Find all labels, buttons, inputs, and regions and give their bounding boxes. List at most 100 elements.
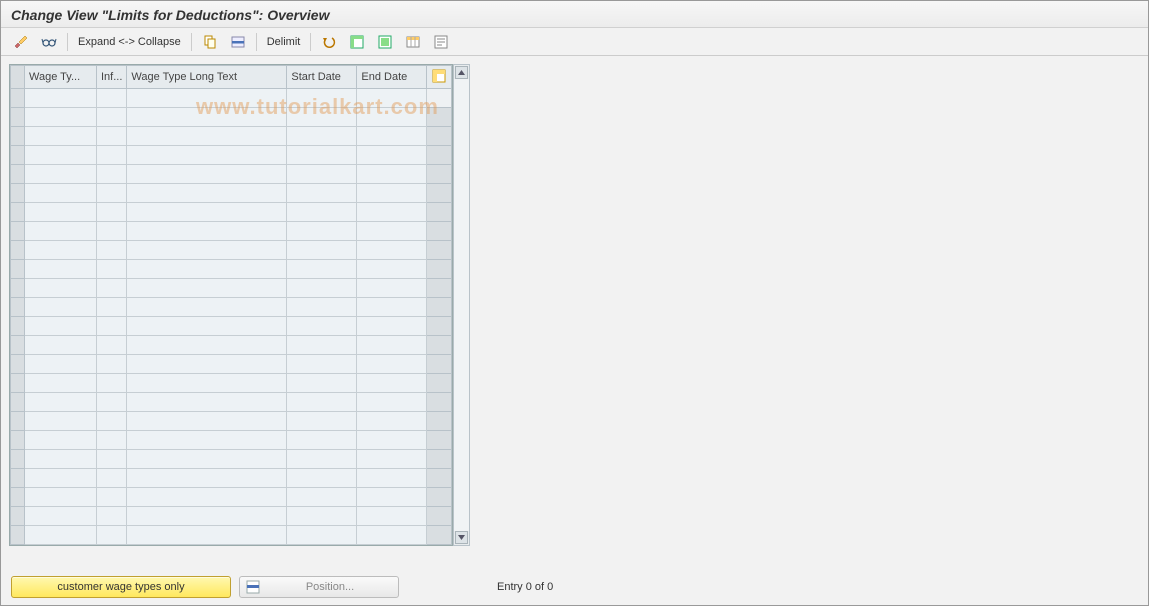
cell[interactable] <box>287 336 357 355</box>
cell[interactable] <box>97 374 127 393</box>
table-row[interactable] <box>11 469 452 488</box>
row-selector[interactable] <box>11 203 25 222</box>
cell[interactable] <box>357 507 427 526</box>
cell[interactable] <box>287 507 357 526</box>
row-selector[interactable] <box>11 108 25 127</box>
cell[interactable] <box>97 317 127 336</box>
cell[interactable] <box>127 469 287 488</box>
cell[interactable] <box>25 355 97 374</box>
table-row[interactable] <box>11 526 452 545</box>
row-selector[interactable] <box>11 412 25 431</box>
cell[interactable] <box>97 146 127 165</box>
cell[interactable] <box>357 298 427 317</box>
table-row[interactable] <box>11 203 452 222</box>
table-row[interactable] <box>11 298 452 317</box>
row-selector[interactable] <box>11 488 25 507</box>
cell[interactable] <box>25 241 97 260</box>
cell[interactable] <box>357 431 427 450</box>
cell[interactable] <box>97 241 127 260</box>
row-selector[interactable] <box>11 89 25 108</box>
cell[interactable] <box>287 222 357 241</box>
cell[interactable] <box>97 108 127 127</box>
scroll-down-button[interactable] <box>455 531 468 544</box>
cell[interactable] <box>25 488 97 507</box>
table-row[interactable] <box>11 374 452 393</box>
cell[interactable] <box>25 317 97 336</box>
cell[interactable] <box>287 526 357 545</box>
cell[interactable] <box>127 146 287 165</box>
table-row[interactable] <box>11 241 452 260</box>
cell[interactable] <box>357 222 427 241</box>
cell[interactable] <box>357 450 427 469</box>
cell[interactable] <box>287 412 357 431</box>
cell[interactable] <box>25 393 97 412</box>
row-selector[interactable] <box>11 279 25 298</box>
cell[interactable] <box>97 526 127 545</box>
cell[interactable] <box>127 241 287 260</box>
cell[interactable] <box>287 317 357 336</box>
table-row[interactable] <box>11 355 452 374</box>
cell[interactable] <box>287 108 357 127</box>
other-view-button[interactable] <box>37 32 61 52</box>
cell[interactable] <box>287 146 357 165</box>
cell[interactable] <box>357 203 427 222</box>
cell[interactable] <box>97 279 127 298</box>
col-header-long-text[interactable]: Wage Type Long Text <box>127 66 287 89</box>
cell[interactable] <box>127 526 287 545</box>
cell[interactable] <box>97 488 127 507</box>
cell[interactable] <box>357 355 427 374</box>
data-grid[interactable]: Wage Ty... Inf... Wage Type Long Text St… <box>10 65 452 545</box>
cell[interactable] <box>25 336 97 355</box>
cell[interactable] <box>357 393 427 412</box>
cell[interactable] <box>287 298 357 317</box>
row-selector[interactable] <box>11 431 25 450</box>
cell[interactable] <box>97 184 127 203</box>
cell[interactable] <box>127 222 287 241</box>
cell[interactable] <box>127 260 287 279</box>
cell[interactable] <box>25 469 97 488</box>
table-row[interactable] <box>11 89 452 108</box>
cell[interactable] <box>287 431 357 450</box>
cell[interactable] <box>357 374 427 393</box>
cell[interactable] <box>97 507 127 526</box>
table-row[interactable] <box>11 127 452 146</box>
expand-collapse-button[interactable]: Expand <-> Collapse <box>74 36 185 48</box>
cell[interactable] <box>357 317 427 336</box>
cell[interactable] <box>287 279 357 298</box>
cell[interactable] <box>357 279 427 298</box>
cell[interactable] <box>25 298 97 317</box>
cell[interactable] <box>25 374 97 393</box>
cell[interactable] <box>97 127 127 146</box>
cell[interactable] <box>287 374 357 393</box>
cell[interactable] <box>287 260 357 279</box>
cell[interactable] <box>25 108 97 127</box>
cell[interactable] <box>287 241 357 260</box>
cell[interactable] <box>25 507 97 526</box>
cell[interactable] <box>97 393 127 412</box>
cell[interactable] <box>127 431 287 450</box>
cell[interactable] <box>25 450 97 469</box>
row-selector[interactable] <box>11 355 25 374</box>
cell[interactable] <box>127 108 287 127</box>
table-row[interactable] <box>11 222 452 241</box>
cell[interactable] <box>127 317 287 336</box>
cell[interactable] <box>97 469 127 488</box>
cell[interactable] <box>357 469 427 488</box>
grid-vertical-scrollbar[interactable] <box>453 64 470 546</box>
cell[interactable] <box>287 393 357 412</box>
cell[interactable] <box>127 374 287 393</box>
cell[interactable] <box>127 412 287 431</box>
cell[interactable] <box>97 260 127 279</box>
delimit-button[interactable]: Delimit <box>263 36 305 48</box>
row-selector[interactable] <box>11 146 25 165</box>
cell[interactable] <box>127 279 287 298</box>
table-row[interactable] <box>11 431 452 450</box>
cell[interactable] <box>287 203 357 222</box>
cell[interactable] <box>357 184 427 203</box>
cell[interactable] <box>97 203 127 222</box>
cell[interactable] <box>97 450 127 469</box>
toggle-edit-button[interactable] <box>9 32 33 52</box>
cell[interactable] <box>287 184 357 203</box>
deselect-all-button[interactable] <box>373 32 397 52</box>
row-selector[interactable] <box>11 507 25 526</box>
